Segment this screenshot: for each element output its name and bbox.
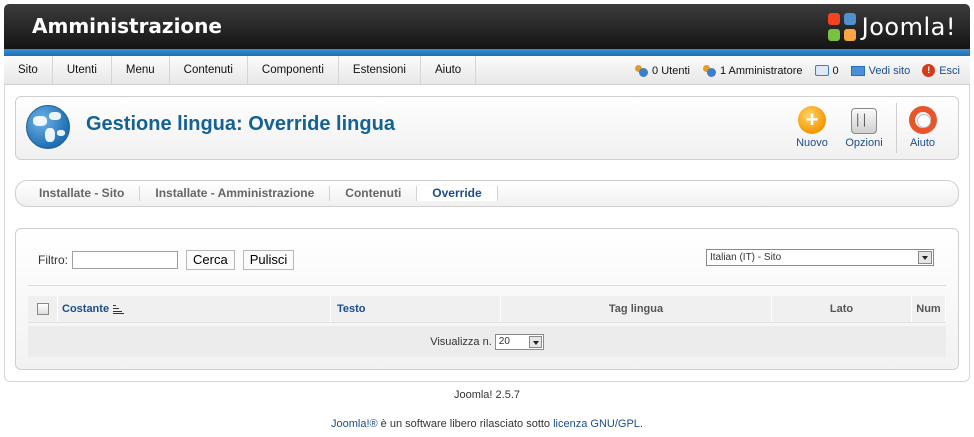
tab-installed-admin[interactable]: Installate - Amministrazione <box>140 186 331 201</box>
status-users-label: 0 Utenti <box>652 64 690 77</box>
status-messages[interactable]: 0 <box>814 64 839 77</box>
header-blue-strip <box>4 49 970 56</box>
joomla-link[interactable]: Joomla!® <box>331 418 378 430</box>
lifebuoy-icon <box>908 106 937 134</box>
chevron-down-icon <box>918 251 932 264</box>
table-footer: Visualizza n. 20 <box>28 326 946 357</box>
toolbar-buttons: + Nuovo ▏▏ Opzioni Aiuto <box>786 103 948 153</box>
overrides-panel: Filtro: Cerca Pulisci Italian (IT) - Sit… <box>15 228 959 370</box>
messages-icon <box>814 65 829 76</box>
license-link[interactable]: licenza GNU/GPL <box>553 418 640 430</box>
chevron-down-icon <box>528 335 542 348</box>
column-constant[interactable]: Costante <box>58 296 331 322</box>
view-site-icon <box>850 65 865 76</box>
column-num: Num <box>912 296 946 322</box>
sort-icon <box>113 304 125 314</box>
filter-label: Filtro: <box>38 253 68 267</box>
status-admins: 1 Amministratore <box>702 64 803 77</box>
status-messages-count: 0 <box>832 64 839 77</box>
menu-item-extensions[interactable]: Estensioni <box>339 56 421 85</box>
divider <box>28 285 946 286</box>
list-limit-select[interactable]: 20 <box>494 333 544 350</box>
toolbar-box: Gestione lingua: Override lingua + Nuovo… <box>15 96 959 160</box>
main-menu: Sito Utenti Menu Contenuti Componenti Es… <box>4 56 477 85</box>
status-admins-label: 1 Amministratore <box>719 64 803 77</box>
menu-item-help[interactable]: Aiuto <box>421 56 477 85</box>
menu-item-users[interactable]: Utenti <box>53 56 112 85</box>
menu-item-components[interactable]: Componenti <box>248 56 339 85</box>
tab-overrides[interactable]: Override <box>417 186 498 201</box>
language-client-select[interactable]: Italian (IT) - Sito <box>706 249 934 266</box>
plus-icon: + <box>798 106 826 134</box>
logout-icon: ! <box>922 64 936 77</box>
options-button[interactable]: ▏▏ Opzioni <box>838 103 890 153</box>
select-all-checkbox[interactable] <box>36 303 49 315</box>
new-button-label: Nuovo <box>796 137 828 149</box>
options-button-label: Opzioni <box>845 137 883 149</box>
status-users: 0 Utenti <box>634 64 690 77</box>
column-text[interactable]: Testo <box>331 296 501 322</box>
column-language-tag: Tag lingua <box>501 296 772 322</box>
menu-item-menus[interactable]: Menu <box>112 56 170 85</box>
language-client-value: Italian (IT) - Sito <box>710 252 782 263</box>
filter-bar: Filtro: Cerca Pulisci <box>38 250 295 270</box>
options-icon: ▏▏ <box>851 108 877 134</box>
view-site-label: Vedi sito <box>868 64 911 77</box>
header-checkbox-cell <box>28 296 58 322</box>
filter-search-input[interactable] <box>72 251 178 269</box>
version-text: Joomla! 2.5.7 <box>453 389 521 401</box>
help-button[interactable]: Aiuto <box>896 103 948 153</box>
logout-link[interactable]: ! Esci <box>922 64 960 77</box>
list-limit-value: 20 <box>498 335 510 347</box>
column-side: Lato <box>772 296 912 322</box>
menu-item-site[interactable]: Sito <box>4 56 53 85</box>
header-title: Amministrazione <box>32 14 222 38</box>
tab-content-languages[interactable]: Contenuti <box>330 186 418 201</box>
users-icon <box>634 64 649 77</box>
new-button[interactable]: + Nuovo <box>786 103 838 153</box>
table-header: Costante Testo Tag lingua Lato Num <box>28 296 946 323</box>
main-menu-bar: Sito Utenti Menu Contenuti Componenti Es… <box>4 56 970 85</box>
submenu-tabs: Installate - Sito Installate - Amministr… <box>15 180 959 207</box>
page-footer: Joomla!® è un software libero rilasciato… <box>0 418 974 430</box>
search-button[interactable]: Cerca <box>186 250 235 270</box>
help-button-label: Aiuto <box>909 137 936 149</box>
joomla-logo-icon <box>826 11 858 43</box>
footer-end: . <box>639 418 643 430</box>
joomla-logo-text: Joomla! <box>861 13 956 41</box>
menu-item-content[interactable]: Contenuti <box>170 56 248 85</box>
logout-label: Esci <box>939 64 960 77</box>
list-limit-label: Visualizza n. <box>430 335 492 348</box>
joomla-logo: Joomla! <box>826 10 956 44</box>
status-bar: 0 Utenti 1 Amministratore 0 Vedi sito ! … <box>634 56 960 85</box>
column-constant-label: Costante <box>62 303 110 315</box>
footer-text: è un software libero rilasciato sotto <box>377 418 554 430</box>
admin-users-icon <box>702 64 716 77</box>
admin-header: Amministrazione Joomla! <box>4 4 970 56</box>
view-site-link[interactable]: Vedi sito <box>850 64 911 77</box>
tab-installed-site[interactable]: Installate - Sito <box>24 186 141 201</box>
page-title: Gestione lingua: Override lingua <box>86 113 395 135</box>
clear-button[interactable]: Pulisci <box>242 250 295 270</box>
globe-icon <box>26 105 70 149</box>
